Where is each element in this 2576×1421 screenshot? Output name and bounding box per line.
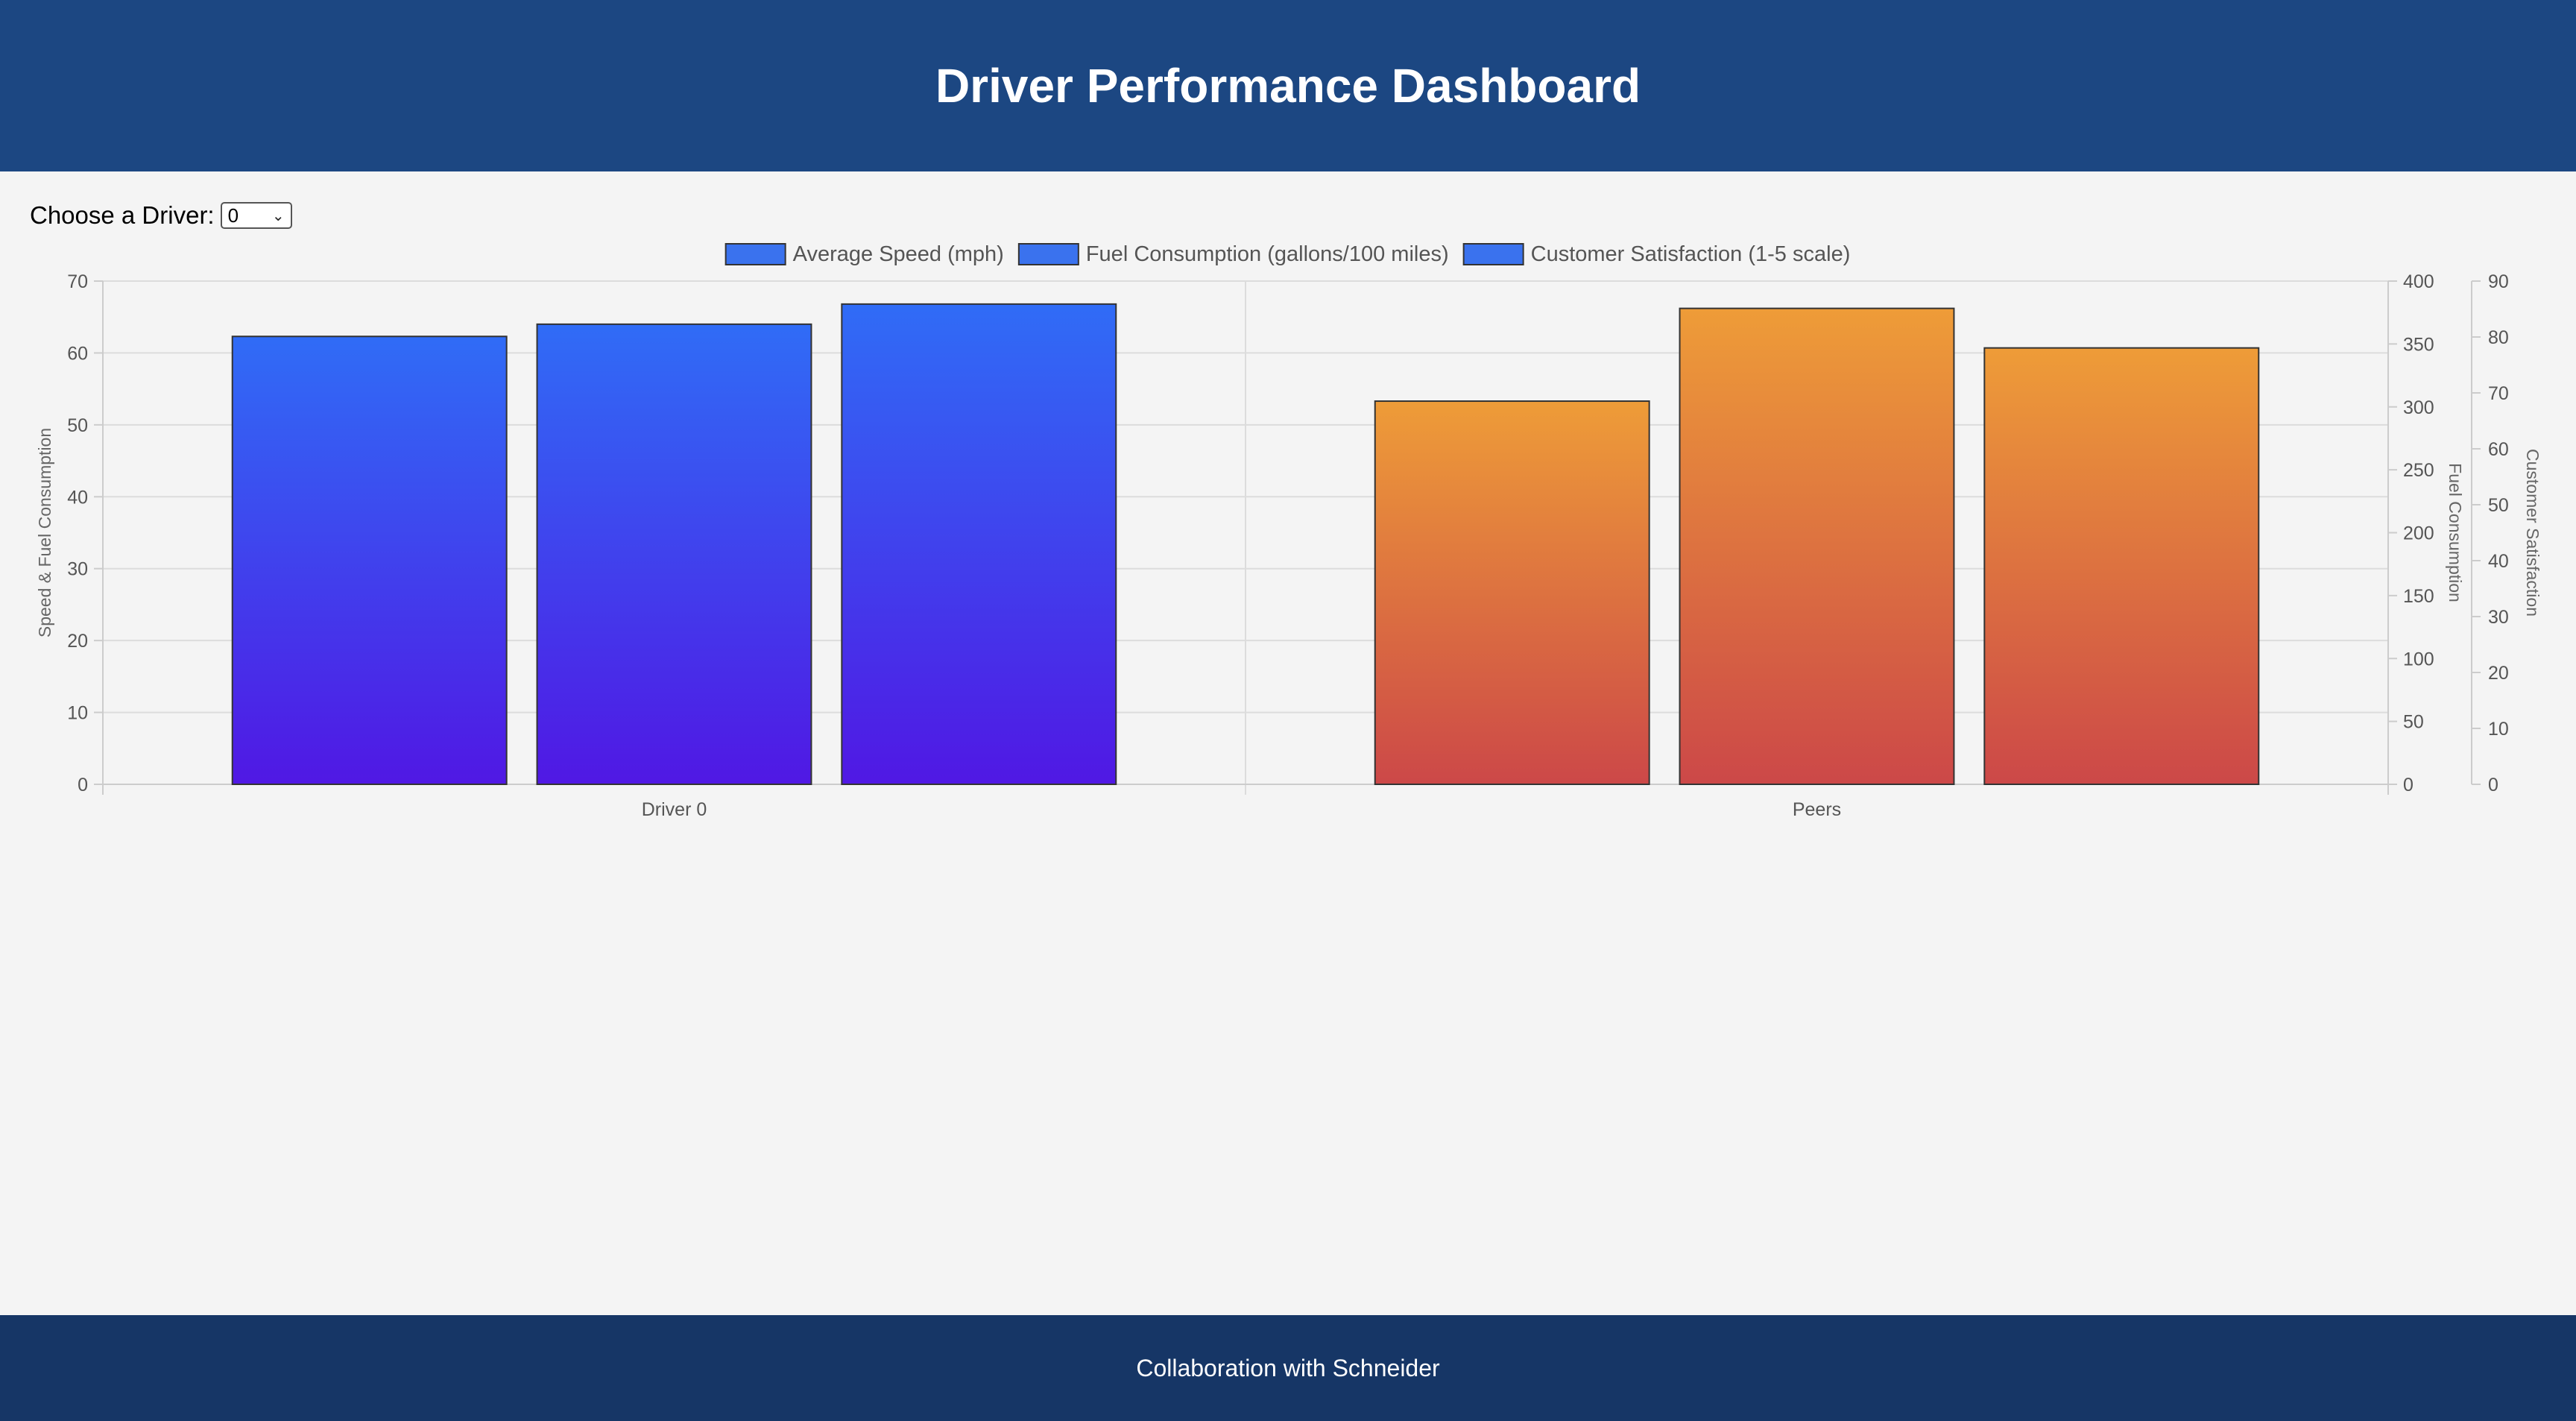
performance-chart: 0 10 20 30 40 50 60 70 0 50 100 150 200 250 300 350 400 0… bbox=[35, 242, 2542, 820]
chart-container: 0 10 20 30 40 50 60 70 0 50 100 150 200 250 300 350 400 0… bbox=[0, 231, 2576, 828]
bar bbox=[1374, 400, 1650, 786]
y-right-1-tick-label: 0 bbox=[2403, 775, 2414, 795]
y-left-tick-label: 60 bbox=[67, 343, 88, 364]
bar bbox=[1679, 307, 1955, 785]
legend-label: Fuel Consumption (gallons/100 miles) bbox=[1086, 242, 1449, 266]
y-right-2-tick-label: 70 bbox=[2488, 383, 2509, 404]
x-tick-label: Driver 0 bbox=[642, 799, 707, 820]
y-right-2-tick-label: 30 bbox=[2488, 607, 2509, 628]
y-left-tick-label: 50 bbox=[67, 415, 88, 436]
driver-selector: Choose a Driver: 0 ⌄ bbox=[30, 197, 292, 234]
y-left-tick-label: 70 bbox=[67, 271, 88, 292]
y-right-2-tick-label: 0 bbox=[2488, 775, 2498, 795]
y-right-1-tick-label: 200 bbox=[2403, 523, 2434, 544]
y-right-1-tick-label: 50 bbox=[2403, 712, 2424, 733]
driver-select-value: 0 bbox=[227, 204, 239, 227]
x-tick-label: Peers bbox=[1793, 799, 1841, 820]
y-right-1-tick-label: 100 bbox=[2403, 649, 2434, 669]
y-right-1-tick-label: 350 bbox=[2403, 334, 2434, 355]
legend-label: Average Speed (mph) bbox=[793, 242, 1004, 266]
legend-swatch bbox=[1462, 243, 1524, 265]
header: Driver Performance Dashboard bbox=[0, 0, 2576, 171]
y-right-1-tick-label: 150 bbox=[2403, 586, 2434, 607]
y-right-2-tick-label: 80 bbox=[2488, 327, 2509, 348]
bar bbox=[536, 323, 812, 786]
y-left-tick-label: 20 bbox=[67, 631, 88, 652]
y-right-2-tick-label: 90 bbox=[2488, 271, 2509, 292]
y-left-axis-title: Speed & Fuel Consumption bbox=[35, 428, 54, 637]
footer-text: Collaboration with Schneider bbox=[1136, 1354, 1440, 1381]
driver-select-label: Choose a Driver: bbox=[30, 201, 215, 229]
y-right-1-tick-label: 400 bbox=[2403, 271, 2434, 292]
y-right-2-axis-title: Customer Satisfaction bbox=[2523, 449, 2542, 617]
y-left-tick-label: 30 bbox=[67, 559, 88, 580]
y-left-tick-label: 0 bbox=[78, 775, 88, 795]
y-left-tick-label: 40 bbox=[67, 487, 88, 508]
y-right-1-tick-label: 300 bbox=[2403, 397, 2434, 418]
legend-label: Customer Satisfaction (1-5 scale) bbox=[1531, 242, 1851, 266]
bar bbox=[841, 303, 1117, 786]
bar bbox=[231, 335, 508, 785]
y-right-2-tick-label: 60 bbox=[2488, 439, 2509, 460]
y-left-tick-label: 10 bbox=[67, 703, 88, 724]
y-right-2-tick-label: 20 bbox=[2488, 663, 2509, 684]
y-right-1-axis-title: Fuel Consumption bbox=[2446, 463, 2465, 602]
driver-select[interactable]: 0 ⌄ bbox=[220, 202, 292, 229]
legend-swatch bbox=[1017, 243, 1079, 265]
y-right-2-tick-label: 10 bbox=[2488, 719, 2509, 740]
bar bbox=[1983, 347, 2260, 785]
legend-swatch bbox=[724, 243, 786, 265]
y-right-2-tick-label: 50 bbox=[2488, 495, 2509, 516]
y-right-1-tick-label: 250 bbox=[2403, 460, 2434, 481]
y-right-2-tick-label: 40 bbox=[2488, 551, 2509, 572]
page-title: Driver Performance Dashboard bbox=[935, 59, 1641, 113]
chevron-down-icon: ⌄ bbox=[271, 207, 285, 224]
footer: Collaboration with Schneider bbox=[0, 1315, 2576, 1421]
